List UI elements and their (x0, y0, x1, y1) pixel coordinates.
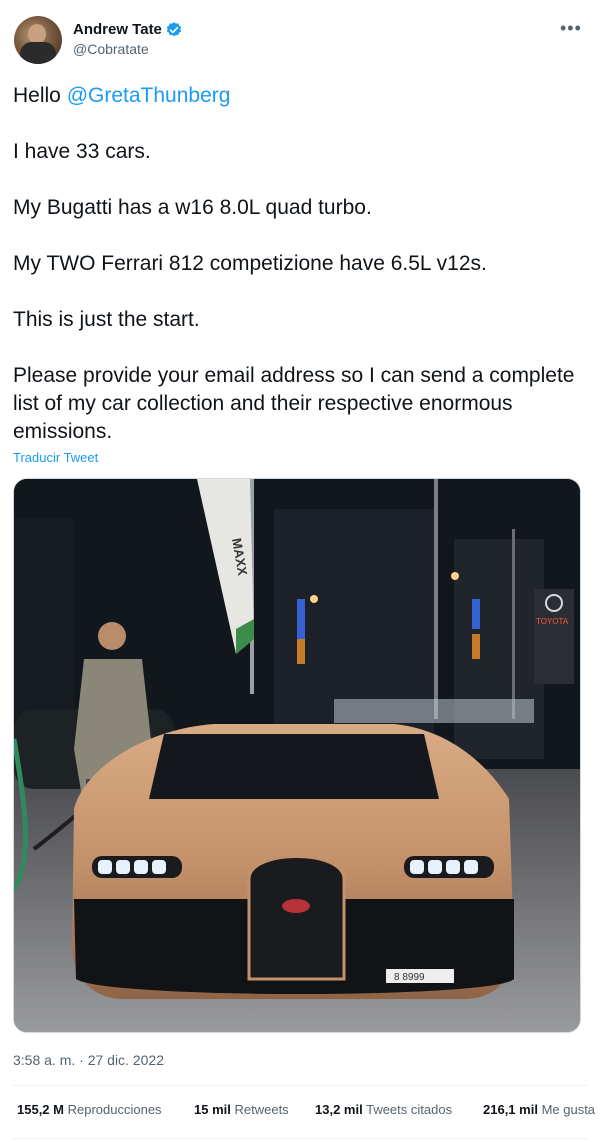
horseshoe-grille (247, 855, 346, 981)
tweet-photo[interactable]: MAXX TOYOTA 8 8999 (13, 478, 581, 1033)
windshield (149, 734, 439, 799)
verified-badge-icon (166, 22, 182, 37)
man-head (98, 622, 126, 650)
license-plate-text: 8 8999 (394, 972, 425, 983)
likes-count: 216,1 mil (483, 1102, 538, 1117)
tweet-line: This is just the start. (13, 308, 200, 331)
photo-illustration: MAXX TOYOTA 8 8999 (14, 479, 580, 1032)
more-options-icon[interactable]: ••• (560, 18, 582, 39)
dealer-sign-text: TOYOTA (536, 617, 569, 626)
bugatti-badge-icon (282, 899, 310, 913)
mention-link[interactable]: @GretaThunberg (67, 84, 231, 107)
neon-light (472, 634, 480, 659)
quotes-label: Tweets citados (366, 1102, 453, 1117)
tweet-timestamp[interactable]: 3:58 a. m. · 27 dic. 2022 (13, 1052, 164, 1068)
headlight-right (404, 856, 494, 878)
building (454, 539, 544, 759)
tweet-line: I have 33 cars. (13, 140, 151, 163)
greeting-text: Hello (13, 84, 67, 107)
street-light (310, 595, 318, 603)
avatar-body (20, 42, 56, 64)
tweet-line: My TWO Ferrari 812 competizione have 6.5… (13, 252, 487, 275)
avatar-face (28, 24, 46, 44)
author-handle[interactable]: @Cobratate (73, 41, 149, 57)
neon-light (297, 599, 305, 639)
divider (13, 1085, 587, 1086)
tweet-line: Please provide your email address so I c… (13, 364, 575, 443)
lamp-post (434, 479, 438, 719)
translate-tweet-link[interactable]: Traducir Tweet (13, 450, 98, 465)
tweet-header: Andrew Tate @Cobratate ••• (0, 0, 600, 80)
likes-label: Me gusta (541, 1102, 596, 1117)
tweet-line-greeting: Hello @GretaThunberg (13, 82, 583, 110)
tweet-line: My Bugatti has a w16 8.0L quad turbo. (13, 196, 372, 219)
street-light (451, 572, 459, 580)
neon-light (472, 599, 480, 629)
neon-light (297, 639, 305, 664)
views-count: 155,2 M (17, 1102, 64, 1117)
quotes-stat[interactable]: 13,2 mil Tweets citados (315, 1102, 452, 1117)
retweets-stat[interactable]: 15 mil Retweets (194, 1102, 289, 1117)
tweet-stats: 155,2 M Reproducciones 15 mil Retweets 1… (0, 1102, 600, 1126)
retweets-count: 15 mil (194, 1102, 231, 1117)
retweets-label: Retweets (234, 1102, 289, 1117)
lamp-post (512, 529, 515, 719)
author-name[interactable]: Andrew Tate (73, 21, 162, 38)
views-stat[interactable]: 155,2 M Reproducciones (17, 1102, 162, 1117)
fence (334, 699, 534, 723)
likes-stat[interactable]: 216,1 mil Me gusta (483, 1102, 595, 1117)
tweet-text: Hello @GretaThunberg I have 33 cars. My … (13, 82, 583, 446)
views-label: Reproducciones (67, 1102, 162, 1117)
dealer-sign (534, 589, 574, 684)
divider (13, 1138, 587, 1139)
building (14, 519, 74, 719)
avatar[interactable] (14, 16, 62, 64)
headlight-left (92, 856, 182, 878)
quotes-count: 13,2 mil (315, 1102, 363, 1117)
